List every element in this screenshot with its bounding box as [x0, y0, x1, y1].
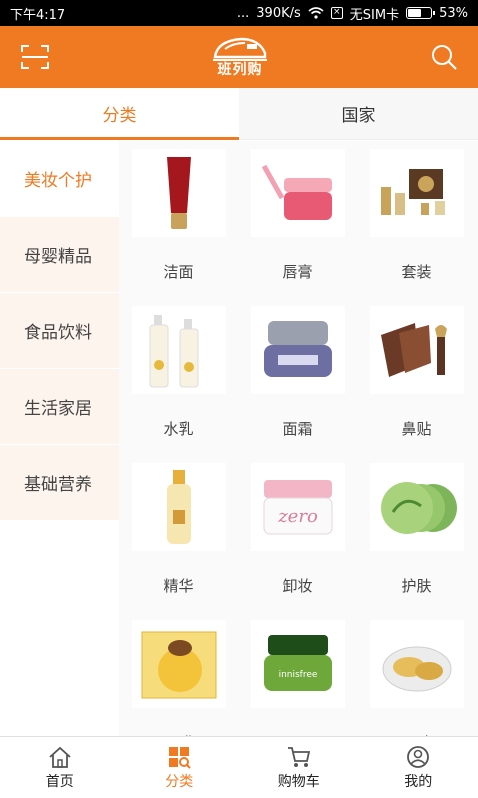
svg-text:innisfree: innisfree: [278, 670, 317, 680]
nav-cart-label: 购物车: [277, 773, 320, 790]
home-icon: [49, 746, 71, 768]
status-right: ... 390K/s × 无SIM卡 53%: [237, 4, 468, 23]
product-label: 唇膏: [282, 263, 313, 281]
nav-profile[interactable]: 我的: [359, 737, 478, 798]
sim-icon: ×: [330, 7, 343, 19]
product-item[interactable]: 面霜: [238, 303, 357, 460]
scan-icon[interactable]: [20, 43, 50, 71]
product-grid: 洁面 唇膏 套装 水乳 面霜 鼻贴 精华 zero 卸妆 护肤 innisfre…: [119, 141, 478, 736]
svg-text:zero: zero: [277, 506, 318, 527]
bottom-navigation: 首页 分类 购物车 我的: [0, 736, 478, 798]
product-item[interactable]: 水乳: [119, 303, 238, 460]
product-label: 面霜: [282, 420, 313, 438]
product-label: 精华: [163, 577, 194, 595]
tab-country[interactable]: 国家: [239, 88, 478, 139]
tab-category[interactable]: 分类: [0, 88, 239, 140]
lip-mask-jar-image: [250, 149, 345, 237]
product-item[interactable]: 洁面: [119, 146, 238, 303]
sidebar-item-food[interactable]: 食品饮料: [0, 293, 119, 369]
network-speed: 390K/s: [256, 5, 301, 21]
product-label: 鼻贴: [401, 420, 432, 438]
cart-icon: [287, 746, 310, 767]
eye-cream-jar-image: innisfree: [250, 620, 345, 708]
product-item[interactable]: 面膜: [119, 617, 238, 736]
app-header: 班列购: [0, 26, 478, 88]
product-item[interactable]: 套装: [357, 146, 476, 303]
product-item[interactable]: 护肤: [357, 460, 476, 617]
eye-patch-jar-image: [369, 620, 464, 708]
battery-percent: 53%: [439, 5, 468, 21]
train-logo-icon: [213, 37, 267, 61]
product-item[interactable]: 精华: [119, 460, 238, 617]
profile-icon: [407, 745, 430, 768]
product-label: 水乳: [163, 420, 194, 438]
top-tabs: 分类 国家: [0, 88, 478, 140]
sidebar-item-baby[interactable]: 母婴精品: [0, 217, 119, 293]
product-item[interactable]: zero 卸妆: [238, 460, 357, 617]
nav-profile-label: 我的: [404, 773, 433, 790]
cleansing-balm-image: zero: [250, 463, 345, 551]
nav-category[interactable]: 分类: [120, 737, 240, 798]
battery-icon: [406, 7, 436, 19]
serum-bottle-image: [131, 463, 226, 551]
app-logo: 班列购: [211, 35, 269, 79]
nose-strips-image: [369, 306, 464, 394]
nav-home-label: 首页: [45, 773, 74, 790]
product-label: 洁面: [163, 263, 194, 281]
category-sidebar: 美妆个护 母婴精品 食品饮料 生活家居 基础营养: [0, 141, 119, 736]
product-label: 卸妆: [282, 577, 313, 595]
product-item[interactable]: 鼻贴: [357, 303, 476, 460]
aloe-pads-image: [369, 463, 464, 551]
sidebar-item-nutrition[interactable]: 基础营养: [0, 445, 119, 521]
product-item[interactable]: 眼贴: [357, 617, 476, 736]
cleanser-tube-image: [131, 149, 226, 237]
nav-cart[interactable]: 购物车: [239, 737, 359, 798]
search-icon[interactable]: [430, 43, 458, 71]
gift-set-image: [369, 149, 464, 237]
sidebar-item-beauty[interactable]: 美妆个护: [0, 141, 119, 217]
nav-category-label: 分类: [165, 773, 194, 790]
product-item[interactable]: 唇膏: [238, 146, 357, 303]
product-label: 套装: [401, 263, 432, 281]
cream-jar-image: [250, 306, 345, 394]
status-time: 下午4:17: [10, 7, 66, 23]
face-mask-pack-image: [131, 620, 226, 708]
nav-home[interactable]: 首页: [0, 737, 120, 798]
product-grid-area: 洁面 唇膏 套装 水乳 面霜 鼻贴 精华 zero 卸妆 护肤 innisfre…: [119, 141, 478, 736]
lotion-bottles-image: [131, 306, 226, 394]
category-icon: [169, 746, 191, 769]
logo-text: 班列购: [217, 62, 263, 78]
product-label: 护肤: [401, 577, 432, 595]
sim-status: 无SIM卡: [349, 7, 400, 23]
sidebar-item-home[interactable]: 生活家居: [0, 369, 119, 445]
product-item[interactable]: innisfree 眼霜: [238, 617, 357, 736]
status-bar: 下午4:17 ... 390K/s × 无SIM卡 53%: [0, 0, 478, 26]
wifi-icon: [308, 7, 324, 19]
status-dots: ...: [236, 5, 250, 21]
